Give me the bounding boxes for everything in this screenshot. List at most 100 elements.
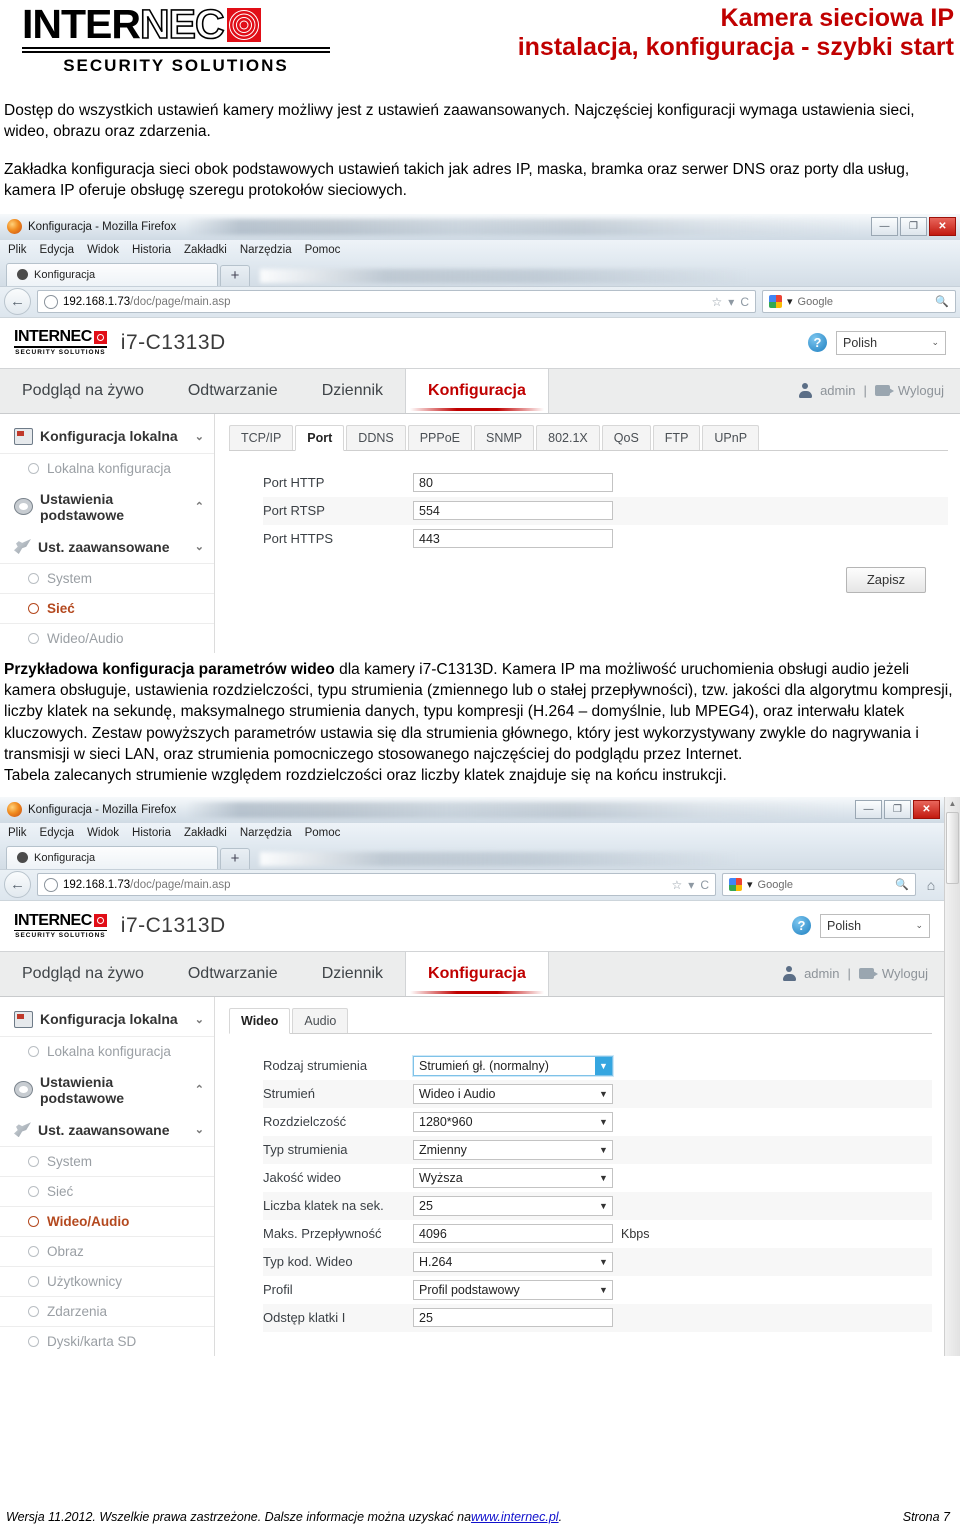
search-dropdown-icon[interactable]: ▾ (747, 878, 753, 891)
nav-odtwarzanie[interactable]: Odtwarzanie (166, 952, 300, 996)
help-icon[interactable]: ? (792, 916, 811, 936)
menu-narzedzia[interactable]: Narzędzia (240, 244, 292, 256)
tab-snmp[interactable]: SNMP (474, 424, 535, 450)
nav-odtwarzanie[interactable]: Odtwarzanie (166, 369, 300, 413)
bookmark-star-icon[interactable]: ☆ (672, 878, 683, 892)
tab-upnp[interactable]: UPnP (702, 424, 760, 450)
search-input[interactable]: Google (758, 879, 793, 891)
sidebar-item-dyski-karta-sd[interactable]: Dyski/karta SD (0, 1325, 214, 1356)
menu-historia[interactable]: Historia (132, 827, 171, 839)
tab-audio[interactable]: Audio (292, 1007, 349, 1033)
menu-plik[interactable]: Plik (8, 244, 27, 256)
tab-qos[interactable]: QoS (601, 424, 651, 450)
reload-icon[interactable]: C (740, 295, 749, 309)
menu-plik[interactable]: Plik (8, 827, 27, 839)
logout-link[interactable]: Wyloguj (898, 383, 944, 398)
scroll-up-icon[interactable]: ▲ (949, 797, 957, 810)
sidebar-item-wideo-audio[interactable]: Wideo/Audio (0, 622, 214, 653)
footer-link[interactable]: www.internec.pl (471, 1510, 559, 1524)
chevron-down-icon[interactable]: ▾ (688, 878, 694, 892)
browser-tab-konfiguracja[interactable]: Konfiguracja (6, 845, 218, 869)
logout-icon[interactable] (858, 968, 878, 980)
language-select[interactable]: Polish ⌄ (820, 913, 930, 938)
sidebar-item-system[interactable]: System (0, 562, 214, 593)
search-bar[interactable]: ▾ Google 🔍 (762, 290, 956, 313)
search-input[interactable]: Google (798, 296, 833, 308)
nav-konfiguracja[interactable]: Konfiguracja (405, 368, 549, 413)
menu-edycja[interactable]: Edycja (40, 827, 75, 839)
menu-edycja[interactable]: Edycja (40, 244, 75, 256)
help-icon[interactable]: ? (808, 333, 827, 352)
menu-historia[interactable]: Historia (132, 244, 171, 256)
sidebar-group-ust-zaawansowane[interactable]: Ust. zaawansowane ⌄ (0, 531, 214, 563)
scrollbar-thumb[interactable] (946, 811, 959, 884)
save-button[interactable]: Zapisz (846, 566, 926, 593)
port-https-input[interactable]: 443 (413, 529, 613, 548)
rozdzielczosc-select[interactable]: 1280*960 ▼ (413, 1111, 613, 1132)
sidebar-item-system[interactable]: System (0, 1145, 214, 1176)
tab-tcpip[interactable]: TCP/IP (229, 424, 294, 450)
menu-pomoc[interactable]: Pomoc (305, 244, 341, 256)
jakosc-wideo-select[interactable]: Wyższa ▼ (413, 1167, 613, 1188)
tab-ftp[interactable]: FTP (652, 424, 701, 450)
port-http-input[interactable]: 80 (413, 473, 613, 492)
rodzaj-strumienia-select[interactable]: Strumień gł. (normalny) ▼ (413, 1055, 613, 1076)
sidebar-item-zdarzenia[interactable]: Zdarzenia (0, 1295, 214, 1326)
bookmark-star-icon[interactable]: ☆ (712, 295, 723, 309)
sidebar-item-uzytkownicy[interactable]: Użytkownicy (0, 1265, 214, 1296)
tab-port[interactable]: Port (295, 424, 345, 451)
nav-podglad-na-zywo[interactable]: Podgląd na żywo (0, 952, 166, 996)
search-bar[interactable]: ▾ Google 🔍 (722, 873, 916, 897)
sidebar-item-siec[interactable]: Sieć (0, 1175, 214, 1206)
menu-pomoc[interactable]: Pomoc (305, 827, 341, 839)
minimize-button[interactable]: — (871, 217, 898, 236)
sidebar-group-konfiguracja-lokalna[interactable]: Konfiguracja lokalna ⌄ (0, 420, 214, 453)
address-bar[interactable]: 192.168.1.73/doc/page/main.asp ☆ ▾ C (37, 873, 716, 897)
new-tab-button[interactable]: + (220, 264, 250, 286)
profil-select[interactable]: Profil podstawowy ▼ (413, 1279, 613, 1300)
typ-strumienia-select[interactable]: Zmienny ▼ (413, 1139, 613, 1160)
maximize-button[interactable]: ❐ (900, 217, 927, 236)
page-scrollbar[interactable]: ▲ (944, 796, 960, 1356)
menu-widok[interactable]: Widok (87, 827, 119, 839)
liczba-klatek-select[interactable]: 25 ▼ (413, 1195, 613, 1216)
odstep-klatki-i-input[interactable]: 25 (413, 1308, 613, 1328)
maks-przeplywnosc-input[interactable]: 4096 (413, 1224, 613, 1244)
back-button[interactable]: ← (4, 871, 31, 899)
close-button[interactable]: ✕ (913, 800, 940, 820)
nav-konfiguracja[interactable]: Konfiguracja (405, 951, 549, 996)
sidebar-group-ust-zaawansowane[interactable]: Ust. zaawansowane ⌄ (0, 1114, 214, 1146)
typ-kod-wideo-select[interactable]: H.264 ▼ (413, 1251, 613, 1272)
sidebar-group-ustawienia-podstawowe[interactable]: Ustawienia podstawowe ⌃ (0, 483, 214, 531)
logout-icon[interactable] (874, 385, 894, 396)
menu-zakladki[interactable]: Zakładki (184, 827, 227, 839)
sidebar-group-ustawienia-podstawowe[interactable]: Ustawienia podstawowe ⌃ (0, 1066, 214, 1114)
menu-widok[interactable]: Widok (87, 244, 119, 256)
home-icon[interactable]: ⌂ (922, 877, 940, 893)
tab-wideo[interactable]: Wideo (229, 1007, 291, 1034)
strumien-select[interactable]: Wideo i Audio ▼ (413, 1083, 613, 1104)
nav-podglad-na-zywo[interactable]: Podgląd na żywo (0, 369, 166, 413)
language-select[interactable]: Polish ⌄ (836, 330, 946, 355)
sidebar-item-wideo-audio[interactable]: Wideo/Audio (0, 1205, 214, 1236)
address-bar[interactable]: 192.168.1.73/doc/page/main.asp ☆ ▾ C (37, 290, 756, 313)
maximize-button[interactable]: ❐ (884, 800, 911, 820)
nav-dziennik[interactable]: Dziennik (300, 369, 405, 413)
sidebar-item-lokalna-konfiguracja[interactable]: Lokalna konfiguracja (0, 452, 214, 483)
back-button[interactable]: ← (4, 288, 31, 315)
nav-dziennik[interactable]: Dziennik (300, 952, 405, 996)
close-button[interactable]: ✕ (929, 217, 956, 236)
search-icon[interactable]: 🔍 (935, 295, 949, 308)
sidebar-item-lokalna-konfiguracja[interactable]: Lokalna konfiguracja (0, 1035, 214, 1066)
logout-link[interactable]: Wyloguj (882, 966, 928, 981)
browser-tab-konfiguracja[interactable]: Konfiguracja (6, 262, 218, 286)
search-icon[interactable]: 🔍 (895, 878, 909, 891)
menu-zakladki[interactable]: Zakładki (184, 244, 227, 256)
sidebar-item-siec[interactable]: Sieć (0, 592, 214, 623)
tab-pppoe[interactable]: PPPoE (407, 424, 473, 450)
tab-ddns[interactable]: DDNS (346, 424, 406, 450)
port-rtsp-input[interactable]: 554 (413, 501, 613, 520)
tab-8021x[interactable]: 802.1X (536, 424, 600, 450)
chevron-down-icon[interactable]: ▾ (728, 295, 734, 309)
sidebar-item-obraz[interactable]: Obraz (0, 1235, 214, 1266)
